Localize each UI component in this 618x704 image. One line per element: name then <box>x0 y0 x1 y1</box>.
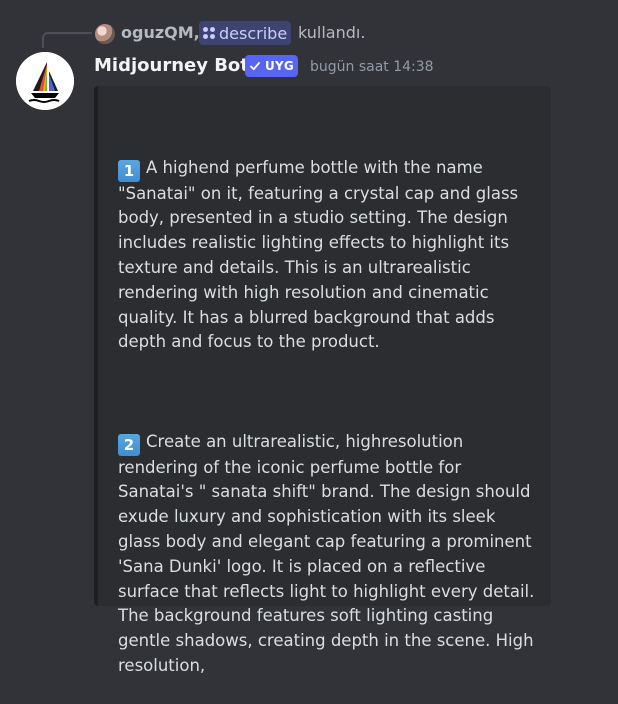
checkmark-icon <box>250 62 260 71</box>
reply-username[interactable]: oguzQM, <box>121 23 200 42</box>
embed-body: 1A highend perfume bottle with the name … <box>118 106 536 704</box>
prompt-number-badge: 1 <box>118 159 140 182</box>
reply-user-avatar[interactable] <box>95 24 115 44</box>
app-badge: UYG <box>245 55 298 77</box>
prompt-text: Create an ultrarealistic, highresolution… <box>118 431 535 675</box>
command-name: describe <box>219 23 288 43</box>
command-chip[interactable]: describe <box>199 21 292 45</box>
prompt-item: 2 Create an ultrarealistic, highresolutio… <box>118 405 536 679</box>
midjourney-sailboat-logo <box>16 52 74 110</box>
bot-name[interactable]: Midjourney Bot <box>94 55 249 76</box>
bot-avatar[interactable] <box>16 52 74 110</box>
reply-connector-line <box>42 32 92 48</box>
message-timestamp[interactable]: bugün saat 14:38 <box>310 59 434 75</box>
app-badge-label: UYG <box>265 59 294 73</box>
prompt-text: A highend perfume bottle with the name "… <box>118 157 519 352</box>
embed: 1A highend perfume bottle with the name … <box>94 86 551 675</box>
reply-suffix: kullandı. <box>298 23 366 42</box>
slash-command-icon <box>203 27 215 39</box>
prompt-number-badge: 2 <box>118 433 140 456</box>
prompt-item: 1A highend perfume bottle with the name … <box>118 131 536 355</box>
